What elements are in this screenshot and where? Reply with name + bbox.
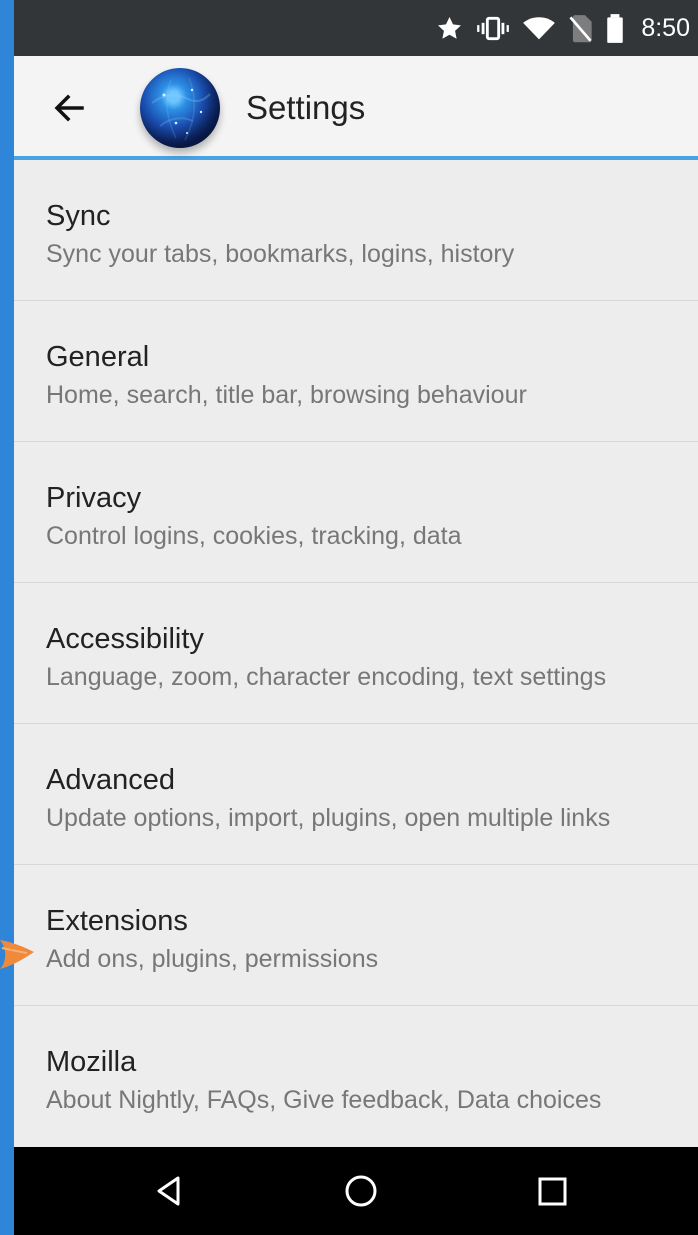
settings-list: Sync Sync your tabs, bookmarks, logins, … bbox=[14, 160, 698, 1147]
overview-icon bbox=[538, 1177, 567, 1206]
settings-item-privacy[interactable]: Privacy Control logins, cookies, trackin… bbox=[14, 442, 698, 583]
settings-item-summary: Add ons, plugins, permissions bbox=[46, 945, 379, 973]
back-button[interactable] bbox=[47, 86, 91, 130]
settings-item-sync[interactable]: Sync Sync your tabs, bookmarks, logins, … bbox=[14, 160, 698, 301]
battery-icon bbox=[607, 13, 624, 43]
star-icon bbox=[438, 16, 462, 39]
settings-item-mozilla[interactable]: Mozilla About Nightly, FAQs, Give feedba… bbox=[14, 1006, 698, 1147]
vibrate-icon bbox=[477, 16, 510, 40]
nav-back-icon bbox=[157, 1176, 180, 1206]
settings-item-advanced[interactable]: Advanced Update options, import, plugins… bbox=[14, 724, 698, 865]
wifi-icon bbox=[523, 17, 556, 40]
settings-item-summary: Update options, import, plugins, open mu… bbox=[46, 804, 611, 832]
settings-item-extensions[interactable]: Extensions Add ons, plugins, permissions bbox=[14, 865, 698, 1006]
settings-item-summary: Sync your tabs, bookmarks, logins, histo… bbox=[46, 240, 515, 268]
settings-item-accessibility[interactable]: Accessibility Language, zoom, character … bbox=[14, 583, 698, 724]
settings-item-title: Sync bbox=[46, 200, 111, 232]
settings-item-summary: Control logins, cookies, tracking, data bbox=[46, 522, 462, 550]
orange-annotation-arrow-icon bbox=[0, 940, 34, 969]
globe-detail-icon bbox=[151, 77, 211, 141]
page-title: Settings bbox=[246, 89, 366, 126]
settings-item-title: Mozilla bbox=[46, 1046, 137, 1078]
nightly-globe-icon bbox=[140, 68, 220, 148]
back-arrow-icon bbox=[54, 94, 84, 122]
settings-item-title: General bbox=[46, 341, 150, 373]
overview-button[interactable] bbox=[530, 1169, 574, 1213]
system-navigation-bar bbox=[14, 1147, 698, 1235]
no-sim-icon bbox=[569, 14, 592, 42]
settings-item-summary: Language, zoom, character encoding, text… bbox=[46, 663, 607, 691]
home-icon bbox=[345, 1175, 377, 1207]
settings-item-general[interactable]: General Home, search, title bar, browsin… bbox=[14, 301, 698, 442]
settings-item-title: Privacy bbox=[46, 482, 142, 514]
status-bar: 8:50 bbox=[14, 0, 698, 56]
settings-item-summary: About Nightly, FAQs, Give feedback, Data… bbox=[46, 1086, 602, 1114]
status-time: 8:50 bbox=[641, 13, 690, 42]
home-button[interactable] bbox=[339, 1169, 383, 1213]
settings-item-summary: Home, search, title bar, browsing behavi… bbox=[46, 381, 527, 409]
settings-toolbar: Settings bbox=[14, 56, 698, 160]
settings-item-title: Accessibility bbox=[46, 623, 204, 655]
nav-back-button[interactable] bbox=[147, 1169, 191, 1213]
status-icons: 8:50 bbox=[435, 0, 690, 56]
phone-screen: 8:50 Settings Sync Sync your tabs, bookm… bbox=[14, 0, 698, 1235]
settings-item-title: Advanced bbox=[46, 764, 175, 796]
settings-item-title: Extensions bbox=[46, 905, 188, 937]
